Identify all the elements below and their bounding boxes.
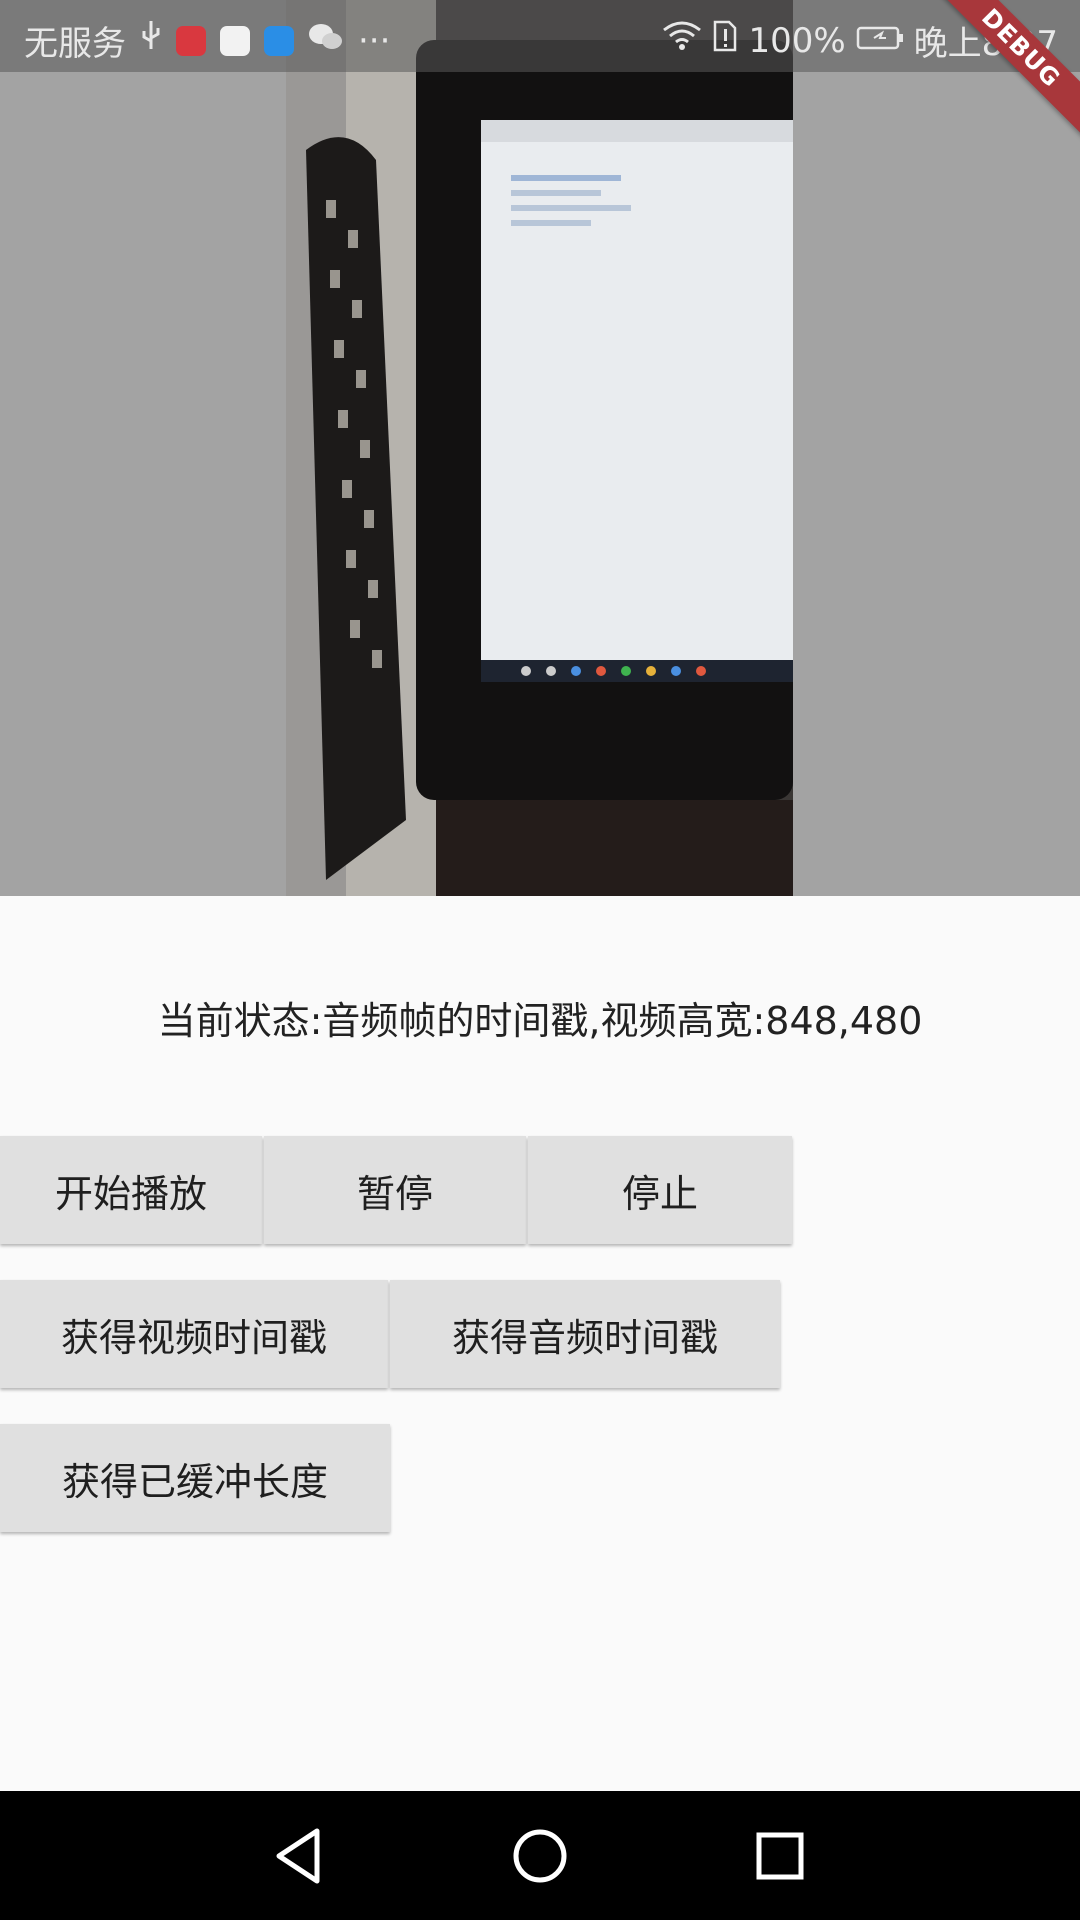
navigation-bar: [0, 1791, 1080, 1920]
status-bar: 无服务 ··· 100% 晚上8:07: [0, 0, 1080, 72]
recents-icon[interactable]: [745, 1821, 815, 1891]
wechat-icon: [308, 21, 344, 61]
video-frame[interactable]: [286, 0, 793, 896]
get-buffered-length-button[interactable]: 获得已缓冲长度: [0, 1424, 390, 1532]
battery-charging-icon: [856, 21, 904, 61]
back-icon[interactable]: [265, 1821, 335, 1891]
gallery-app-icon: [220, 25, 250, 56]
huawei-app-icon: [176, 25, 206, 56]
playback-status-text: 当前状态:音频帧的时间戳,视频高宽:848,480: [157, 999, 923, 1043]
get-video-timestamp-button[interactable]: 获得视频时间戳: [0, 1280, 388, 1388]
usb-icon: [140, 19, 162, 62]
wifi-icon: [662, 20, 702, 61]
pause-button[interactable]: 暂停: [264, 1136, 526, 1244]
sim-alert-icon: [712, 19, 738, 62]
status-bar-left: 无服务 ···: [24, 16, 390, 65]
start-playback-button[interactable]: 开始播放: [0, 1136, 262, 1244]
video-content-image: [286, 0, 793, 896]
status-more: ···: [358, 20, 391, 61]
home-icon[interactable]: [505, 1821, 575, 1891]
battery-percent: 100%: [748, 20, 846, 61]
get-audio-timestamp-button[interactable]: 获得音频时间戳: [390, 1280, 780, 1388]
video-app-icon: [264, 25, 294, 56]
carrier-label: 无服务: [24, 24, 126, 64]
stop-button[interactable]: 停止: [528, 1136, 792, 1244]
video-area: 无服务 ··· 100% 晚上8:07 DEBUG: [0, 0, 1080, 896]
